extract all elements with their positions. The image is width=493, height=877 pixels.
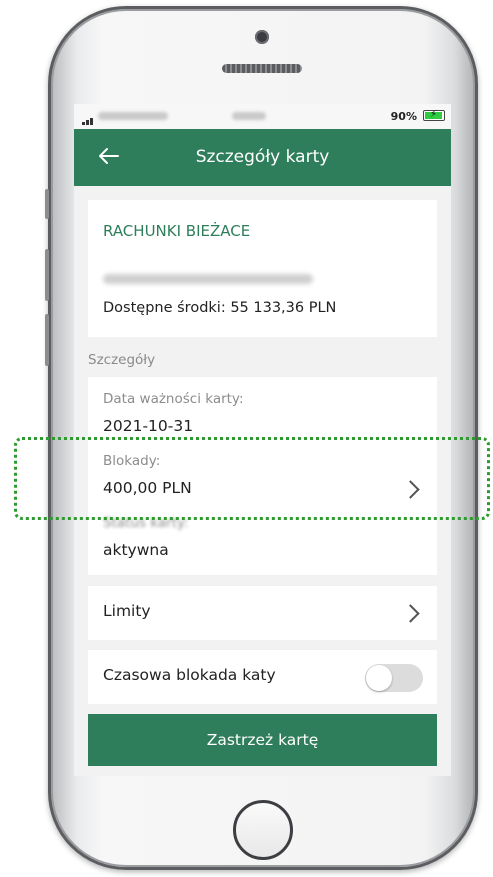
temporary-block-label: Czasowa blokada katy: [103, 666, 276, 684]
status-value: aktywna: [103, 541, 169, 559]
app-header: Szczegóły karty: [74, 129, 451, 186]
highlight-blocks-row: [14, 437, 490, 520]
battery-icon: ⚡: [423, 109, 445, 121]
expiry-label: Data ważności karty:: [103, 391, 244, 407]
limits-row[interactable]: Limity: [88, 586, 437, 640]
front-camera: [255, 30, 269, 44]
available-funds: Dostępne środki: 55 133,36 PLN: [103, 300, 337, 316]
account-number-blurred: [103, 274, 313, 284]
volume-down-button: [45, 314, 49, 366]
earpiece-speaker: [222, 64, 302, 73]
page-title: Szczegóły karty: [195, 147, 330, 167]
volume-up-button: [45, 249, 49, 301]
temporary-block-toggle[interactable]: [365, 664, 423, 692]
home-button[interactable]: [233, 800, 293, 860]
status-bar: 90% ⚡: [74, 104, 451, 129]
carrier-text-blurred: [98, 112, 168, 120]
toggle-knob: [366, 665, 392, 691]
expiry-value: 2021-10-31: [103, 417, 194, 435]
block-card-button[interactable]: Zastrzeż kartę: [88, 714, 437, 766]
limits-label: Limity: [103, 602, 151, 620]
account-title: RACHUNKI BIEŻACE: [103, 222, 251, 240]
section-details-label: Szczegóły: [88, 352, 156, 368]
time-text-blurred: [232, 112, 266, 120]
battery-percent: 90%: [390, 110, 417, 123]
signal-icon: [82, 112, 94, 125]
temporary-block-row: Czasowa blokada katy: [88, 650, 437, 704]
chevron-right-icon: [401, 604, 420, 623]
mute-switch: [45, 189, 49, 219]
account-card[interactable]: RACHUNKI BIEŻACE Dostępne środki: 55 133…: [88, 200, 437, 337]
